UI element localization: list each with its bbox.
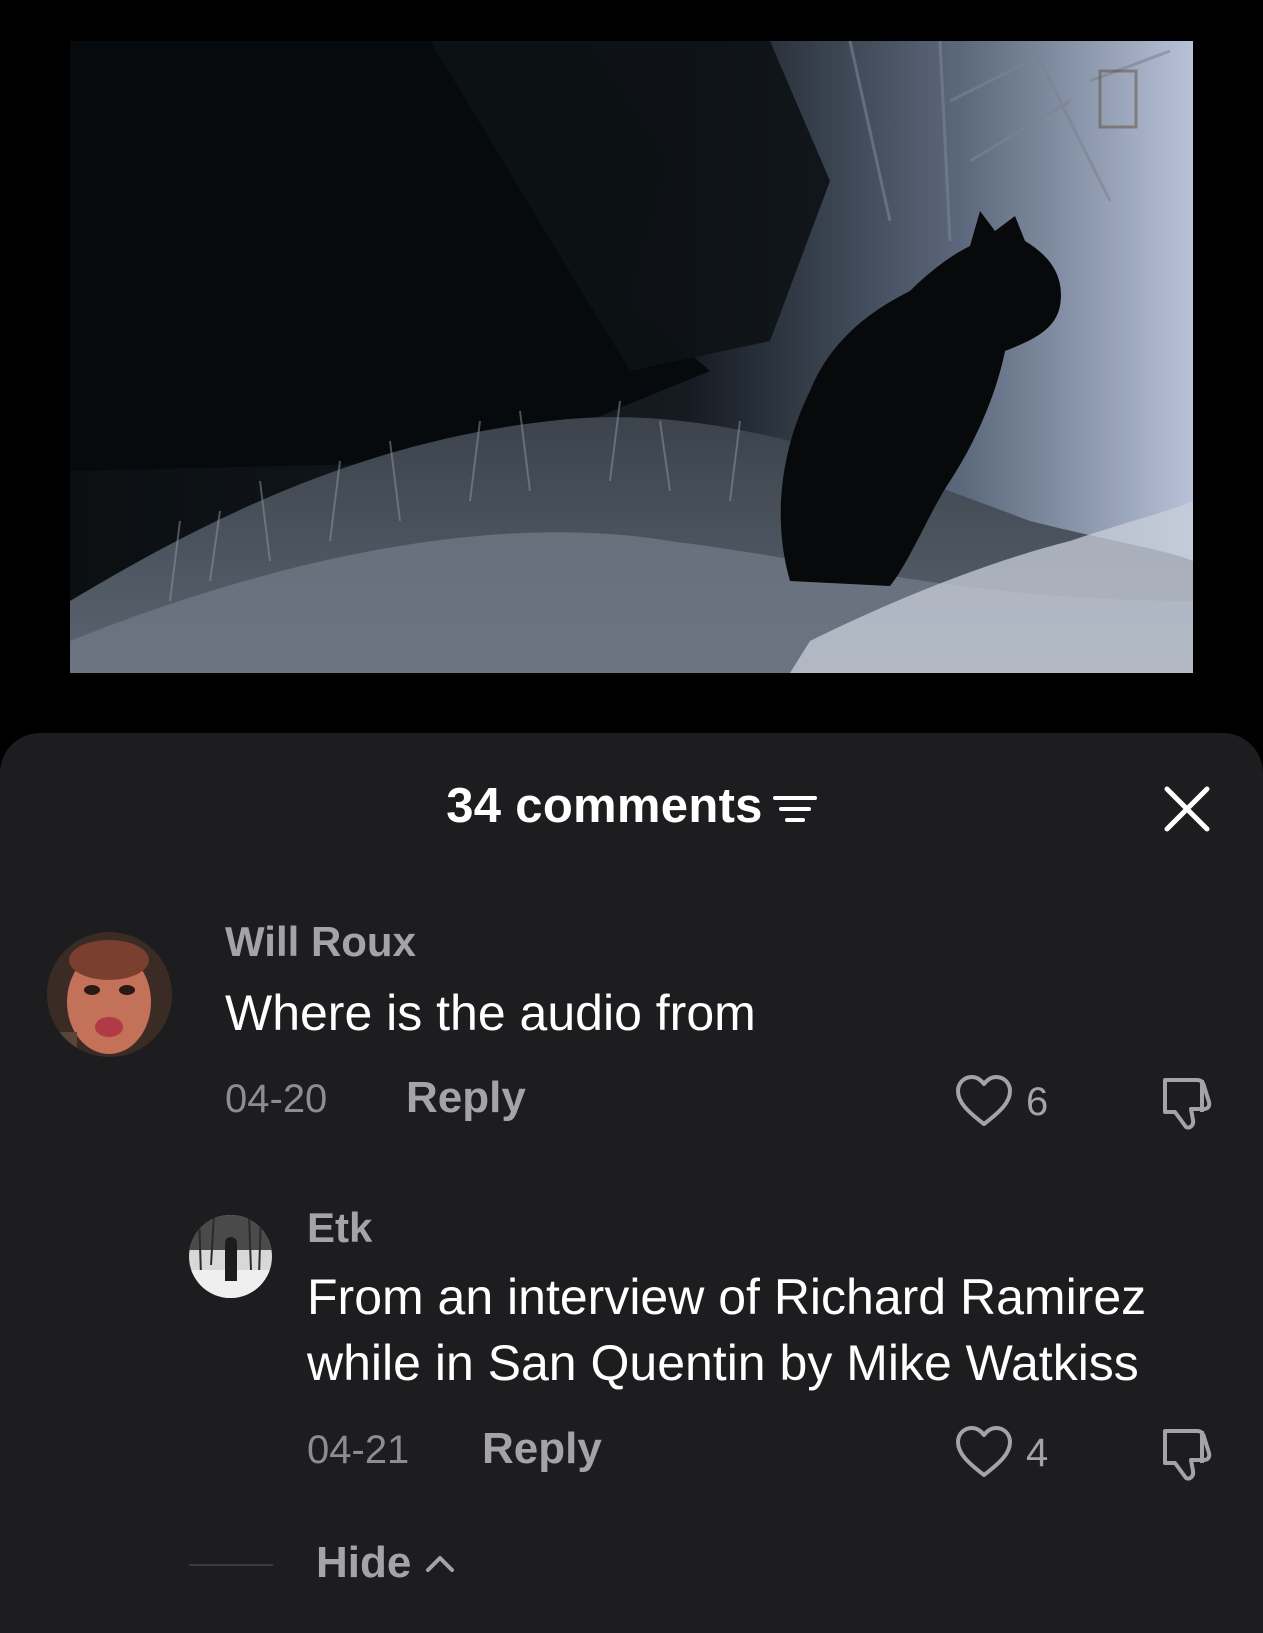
comments-sheet: 34 comments bbox=[0, 733, 1263, 1633]
sort-filter-icon[interactable] bbox=[772, 789, 817, 829]
close-icon[interactable] bbox=[1163, 785, 1211, 833]
reply-text-line1: From an interview of Richard Ramirez bbox=[307, 1269, 1147, 1325]
video-frame-image bbox=[70, 41, 1193, 673]
thread-divider bbox=[189, 1564, 273, 1566]
dislike-icon[interactable] bbox=[1157, 1072, 1217, 1132]
comment-count-group[interactable]: 34 comments bbox=[0, 778, 1263, 834]
comment-date: 04-20 bbox=[225, 1077, 328, 1121]
reply-username[interactable]: Etk bbox=[307, 1204, 372, 1252]
reply-button[interactable]: Reply bbox=[482, 1424, 602, 1474]
comment-text: Where is the audio from bbox=[225, 985, 756, 1041]
heart-icon[interactable] bbox=[955, 1425, 1013, 1479]
dislike-icon[interactable] bbox=[1157, 1423, 1217, 1483]
chevron-up-icon bbox=[426, 1556, 455, 1572]
avatar-image bbox=[47, 932, 172, 1057]
reply-date: 04-21 bbox=[307, 1428, 410, 1472]
hide-label: Hide bbox=[316, 1538, 412, 1587]
video-player[interactable] bbox=[70, 41, 1193, 673]
heart-icon[interactable] bbox=[955, 1074, 1013, 1128]
reply-text-line2: while in San Quentin by Mike Watkiss bbox=[307, 1335, 1139, 1391]
like-count: 6 bbox=[1026, 1080, 1049, 1124]
comments-header: 34 comments bbox=[0, 733, 1263, 883]
comment-count: 34 comments bbox=[446, 779, 763, 833]
avatar-will-roux[interactable] bbox=[47, 932, 172, 1057]
avatar-image bbox=[189, 1215, 272, 1298]
reply-button[interactable]: Reply bbox=[406, 1073, 526, 1123]
avatar-etk[interactable] bbox=[189, 1215, 272, 1298]
like-count: 4 bbox=[1026, 1431, 1049, 1475]
hide-replies-button[interactable]: Hide bbox=[316, 1538, 455, 1588]
comment-username[interactable]: Will Roux bbox=[225, 918, 416, 966]
